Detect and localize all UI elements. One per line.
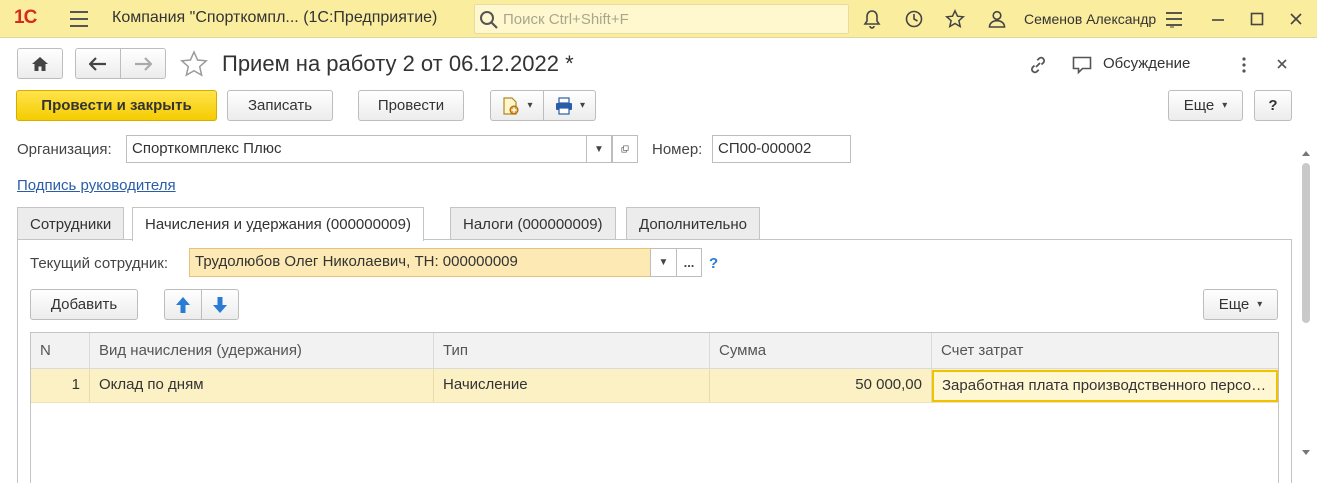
link-icon[interactable]	[1027, 54, 1049, 76]
discussion-icon[interactable]	[1071, 54, 1093, 76]
column-header-type[interactable]: Тип	[434, 333, 710, 369]
close-icon[interactable]	[1286, 9, 1306, 29]
history-icon[interactable]	[904, 9, 924, 29]
organization-dropdown-button[interactable]: ▼	[586, 135, 612, 163]
column-header-n[interactable]: N	[31, 333, 90, 369]
favorite-star-icon[interactable]	[179, 50, 209, 78]
global-search-input[interactable]	[501, 7, 841, 31]
employee-dropdown-button[interactable]: ▼	[650, 248, 677, 277]
arrow-up-icon	[176, 296, 190, 313]
arrow-left-icon	[89, 56, 106, 71]
document-create-icon	[503, 96, 519, 115]
printer-icon	[555, 96, 572, 115]
chevron-down-icon: ▼	[594, 143, 604, 155]
tab-employees[interactable]: Сотрудники	[17, 207, 125, 240]
app-logo: 1С	[14, 7, 37, 28]
print-button[interactable]: ▾	[543, 90, 596, 121]
cell-cost-account[interactable]: Заработная плата производственного персо…	[932, 370, 1278, 402]
post-and-close-button[interactable]: Провести и закрыть	[16, 90, 217, 121]
form-title: Прием на работу 2 от 06.12.2022 *	[222, 51, 574, 76]
star-icon[interactable]	[945, 9, 965, 29]
tab-accruals[interactable]: Начисления и удержания (000000009)	[132, 207, 424, 241]
forward-button[interactable]	[120, 48, 166, 79]
settings-icon[interactable]	[1164, 9, 1184, 29]
window-titlebar: 1С Компания "Спорткомпл... (1С:Предприят…	[0, 0, 1317, 38]
cell-amount[interactable]: 50 000,00	[710, 369, 932, 402]
cell-n[interactable]: 1	[31, 369, 90, 402]
organization-label: Организация:	[17, 141, 112, 158]
create-based-on-button[interactable]: ▾	[490, 90, 544, 121]
scroll-down-icon[interactable]	[1302, 448, 1310, 456]
signature-link[interactable]: Подпись руководителя	[17, 177, 176, 194]
arrow-right-icon	[135, 56, 152, 71]
organization-field[interactable]: Спорткомплекс Плюс	[126, 135, 587, 163]
add-row-button[interactable]: Добавить	[30, 289, 138, 320]
bell-icon[interactable]	[862, 9, 882, 29]
number-field[interactable]: СП00-000002	[712, 135, 851, 163]
minimize-icon[interactable]	[1208, 9, 1228, 29]
global-search[interactable]	[474, 4, 849, 34]
post-button[interactable]: Провести	[358, 90, 464, 121]
hamburger-menu-icon[interactable]	[70, 11, 88, 27]
table-more-button[interactable]: Еще ▾	[1203, 289, 1278, 320]
open-form-icon	[621, 145, 629, 153]
back-button[interactable]	[75, 48, 121, 79]
scroll-up-icon[interactable]	[1302, 150, 1310, 158]
save-button[interactable]: Записать	[227, 90, 333, 121]
chevron-down-icon: ▼	[658, 257, 669, 268]
maximize-icon[interactable]	[1247, 9, 1267, 29]
vertical-scrollbar[interactable]	[1300, 150, 1312, 460]
tab-additional[interactable]: Дополнительно	[626, 207, 760, 240]
number-label: Номер:	[652, 141, 703, 158]
table-header: N Вид начисления (удержания) Тип Сумма С…	[31, 333, 1278, 369]
column-header-cost-account[interactable]: Счет затрат	[932, 333, 1278, 369]
form-close-icon[interactable]	[1276, 58, 1288, 70]
home-button[interactable]	[17, 48, 63, 79]
accruals-table[interactable]: N Вид начисления (удержания) Тип Сумма С…	[30, 332, 1279, 483]
move-up-button[interactable]	[164, 289, 202, 320]
employee-select-button[interactable]: ...	[676, 248, 702, 277]
column-header-accrual-kind[interactable]: Вид начисления (удержания)	[90, 333, 434, 369]
cell-accrual-kind[interactable]: Оклад по дням	[90, 369, 434, 402]
home-icon	[32, 56, 48, 71]
table-row[interactable]: 1 Оклад по дням Начисление 50 000,00 Зар…	[31, 369, 1278, 403]
more-vertical-icon[interactable]	[1238, 55, 1250, 75]
current-employee-label: Текущий сотрудник:	[30, 255, 169, 272]
scrollbar-thumb[interactable]	[1302, 163, 1310, 323]
search-icon	[480, 11, 498, 29]
app-title: Компания "Спорткомпл... (1С:Предприятие)	[112, 9, 438, 26]
move-down-button[interactable]	[201, 289, 239, 320]
ellipsis-icon: ...	[683, 255, 695, 270]
form-more-button[interactable]: Еще ▾	[1168, 90, 1243, 121]
table-more-label: Еще	[1218, 296, 1250, 313]
user-name[interactable]: Семенов Александр	[1024, 11, 1156, 27]
cell-type[interactable]: Начисление	[434, 369, 710, 402]
users-icon[interactable]	[987, 9, 1007, 29]
column-header-amount[interactable]: Сумма	[710, 333, 932, 369]
employee-help-link[interactable]: ?	[709, 255, 718, 272]
discussion-label[interactable]: Обсуждение	[1103, 55, 1190, 72]
help-button[interactable]: ?	[1254, 90, 1292, 121]
arrow-down-icon	[213, 296, 227, 313]
form-more-label: Еще	[1183, 97, 1215, 114]
current-employee-field[interactable]: Трудолюбов Олег Николаевич, ТН: 00000000…	[189, 248, 651, 277]
tab-taxes[interactable]: Налоги (000000009)	[450, 207, 616, 240]
organization-open-button[interactable]	[612, 135, 638, 163]
